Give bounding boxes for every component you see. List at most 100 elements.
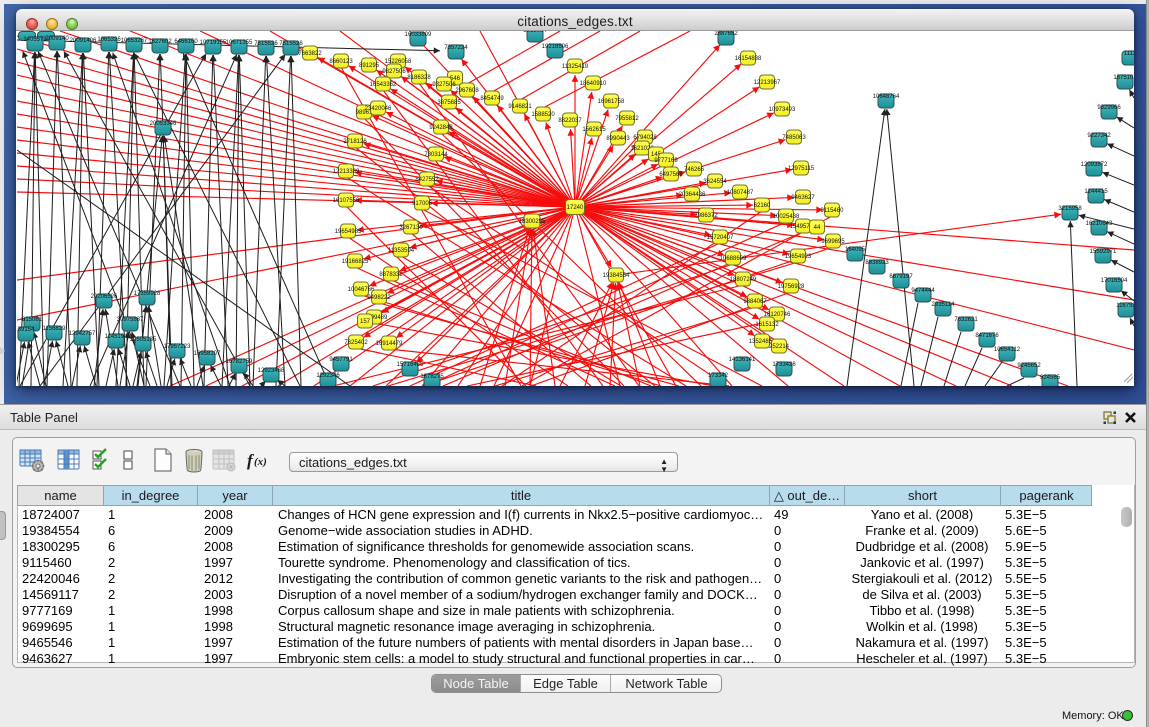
svg-text:7625402: 7625402 xyxy=(344,340,368,346)
svg-text:9827506: 9827506 xyxy=(382,69,406,75)
svg-text:7515526: 7515526 xyxy=(254,41,278,47)
svg-text:8471676: 8471676 xyxy=(975,333,999,339)
svg-text:7986372: 7986372 xyxy=(694,213,718,219)
svg-text:20206526: 20206526 xyxy=(91,294,118,300)
svg-text:12505135: 12505135 xyxy=(130,337,157,343)
svg-text:9327506: 9327506 xyxy=(432,82,456,88)
svg-text:12093872: 12093872 xyxy=(1081,162,1108,168)
svg-text:1112: 1112 xyxy=(1124,51,1134,57)
svg-text:9474444: 9474444 xyxy=(911,288,935,294)
svg-text:10719155: 10719155 xyxy=(200,40,227,46)
svg-text:8660123: 8660123 xyxy=(329,59,353,65)
svg-text:16961758: 16961758 xyxy=(598,99,625,105)
svg-text:44: 44 xyxy=(814,225,821,231)
svg-text:9242848: 9242848 xyxy=(429,125,453,131)
svg-text:746266: 746266 xyxy=(684,167,705,173)
svg-text:8454749: 8454749 xyxy=(480,96,504,102)
svg-text:8822037: 8822037 xyxy=(558,118,582,124)
svg-text:10648764: 10648764 xyxy=(873,94,900,100)
svg-text:1244415: 1244415 xyxy=(1084,189,1108,195)
svg-text:10046766: 10046766 xyxy=(348,287,375,293)
svg-text:16782759: 16782759 xyxy=(226,359,253,365)
svg-text:9884067: 9884067 xyxy=(743,299,767,305)
svg-text:9699695: 9699695 xyxy=(821,239,845,245)
svg-text:7515526: 7515526 xyxy=(279,41,303,47)
svg-text:9329966: 9329966 xyxy=(1097,105,1121,111)
svg-text:2718126: 2718126 xyxy=(343,139,367,145)
svg-text:6794028: 6794028 xyxy=(633,135,657,141)
svg-text:19218506: 19218506 xyxy=(542,44,569,50)
svg-text:17016504: 17016504 xyxy=(1101,278,1128,284)
svg-text:1575107: 1575107 xyxy=(1113,75,1134,81)
svg-text:164095: 164095 xyxy=(845,247,866,253)
svg-text:173342: 173342 xyxy=(708,373,729,379)
svg-text:10973493: 10973493 xyxy=(769,107,796,113)
svg-text:12213967: 12213967 xyxy=(754,80,781,86)
svg-text:1615132: 1615132 xyxy=(755,322,779,328)
svg-text:8813054: 8813054 xyxy=(523,31,547,34)
svg-text:16543362: 16543362 xyxy=(370,82,397,88)
svg-text:14136141: 14136141 xyxy=(729,357,756,363)
svg-text:3875685: 3875685 xyxy=(437,100,461,106)
svg-text:9777169: 9777169 xyxy=(654,158,678,164)
svg-text:12975115: 12975115 xyxy=(788,166,815,172)
svg-text:3624554: 3624554 xyxy=(703,179,727,185)
svg-text:19654985: 19654985 xyxy=(335,229,362,235)
svg-text:16914479: 16914479 xyxy=(376,341,403,347)
svg-text:2687682: 2687682 xyxy=(714,31,738,37)
svg-text:9146821: 9146821 xyxy=(508,104,532,110)
svg-text:8427552: 8427552 xyxy=(415,177,439,183)
svg-text:1588520: 1588520 xyxy=(531,112,555,118)
svg-text:1562615: 1562615 xyxy=(582,127,606,133)
svg-text:7955812: 7955812 xyxy=(615,116,639,122)
svg-text:8878332: 8878332 xyxy=(379,272,403,278)
svg-text:8186328: 8186328 xyxy=(407,75,431,81)
svg-text:19166825: 19166825 xyxy=(342,259,369,265)
svg-text:7632621: 7632621 xyxy=(954,317,978,323)
svg-text:9245652: 9245652 xyxy=(1017,363,1041,369)
svg-text:12923468: 12923468 xyxy=(258,368,285,374)
svg-text:17957223: 17957223 xyxy=(164,344,191,350)
svg-text:10025438: 10025438 xyxy=(773,214,800,220)
svg-text:11325419: 11325419 xyxy=(562,64,589,70)
svg-text:9115460: 9115460 xyxy=(821,208,845,214)
svg-text:(x): (x) xyxy=(254,456,267,468)
svg-text:9498222: 9498222 xyxy=(367,295,391,301)
svg-text:18640910: 18640910 xyxy=(580,81,607,87)
svg-text:8938923: 8938923 xyxy=(865,260,889,266)
svg-text:6497568: 6497568 xyxy=(659,172,683,178)
svg-text:157: 157 xyxy=(360,319,371,325)
svg-text:11353594: 11353594 xyxy=(388,248,415,254)
svg-text:10654112: 10654112 xyxy=(994,347,1021,353)
svg-text:2009140: 2009140 xyxy=(45,36,69,42)
svg-text:10688609: 10688609 xyxy=(720,256,747,262)
svg-text:1527602: 1527602 xyxy=(148,39,172,45)
svg-text:3267130: 3267130 xyxy=(399,225,423,231)
svg-text:10807487: 10807487 xyxy=(727,190,754,196)
svg-text:18807249: 18807249 xyxy=(730,277,757,283)
svg-text:15716485: 15716485 xyxy=(397,362,424,368)
svg-text:891295: 891295 xyxy=(359,63,380,69)
svg-text:1678275: 1678275 xyxy=(420,374,444,380)
svg-text:9457791: 9457791 xyxy=(329,357,353,363)
svg-text:7803144: 7803144 xyxy=(424,152,448,158)
svg-text:1156829: 1156829 xyxy=(43,326,67,332)
svg-text:17240: 17240 xyxy=(567,205,584,211)
svg-text:1292346: 1292346 xyxy=(316,373,340,379)
svg-text:9227342: 9227342 xyxy=(1087,133,1111,139)
svg-text:15592971: 15592971 xyxy=(1090,249,1117,255)
svg-text:19654923: 19654923 xyxy=(785,254,812,260)
svg-text:17359928: 17359928 xyxy=(134,291,161,297)
svg-text:3215958: 3215958 xyxy=(1058,206,1082,212)
svg-text:2935114: 2935114 xyxy=(932,302,956,308)
svg-text:917006: 917006 xyxy=(412,201,433,207)
svg-text:252214: 252214 xyxy=(769,344,790,350)
svg-text:7663822: 7663822 xyxy=(298,51,322,57)
svg-text:1065326: 1065326 xyxy=(97,37,121,43)
svg-text:12942757: 12942757 xyxy=(69,331,96,337)
svg-text:18300295: 18300295 xyxy=(519,219,546,225)
svg-text:1733426: 1733426 xyxy=(772,362,796,368)
svg-text:30975887: 30975887 xyxy=(117,317,144,323)
svg-text:20053346: 20053346 xyxy=(150,121,177,127)
svg-text:116753: 116753 xyxy=(1116,303,1134,309)
